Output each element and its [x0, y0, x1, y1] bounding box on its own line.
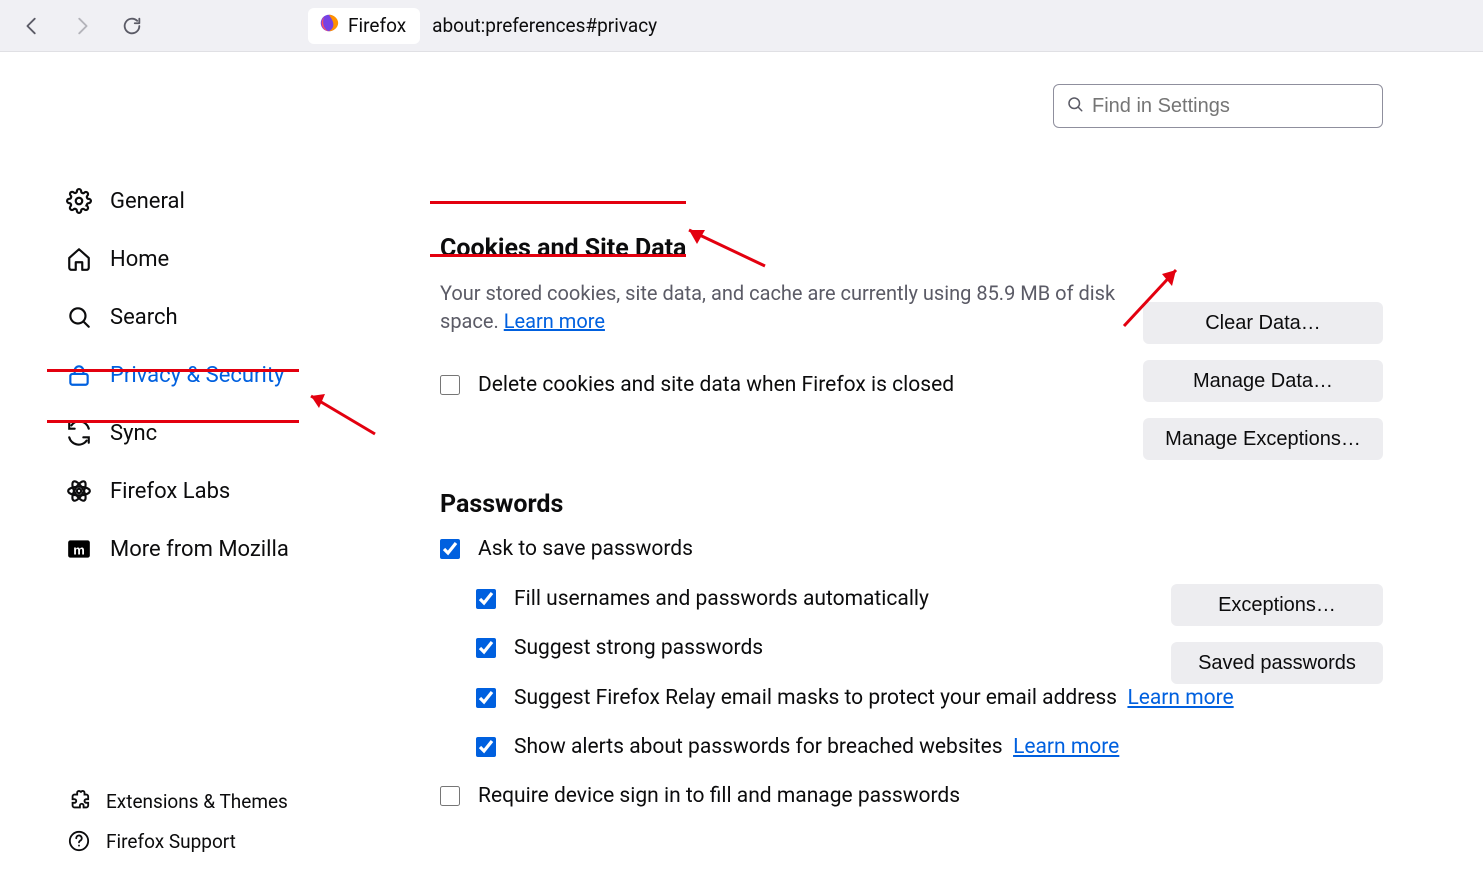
relay-checkbox[interactable]	[476, 688, 496, 708]
puzzle-icon	[66, 788, 92, 814]
cookies-description: Your stored cookies, site data, and cach…	[440, 279, 1160, 335]
gear-icon	[66, 188, 92, 214]
identity-label: Firefox	[348, 14, 406, 37]
sidebar-item-label: More from Mozilla	[110, 537, 289, 562]
ask-save-passwords-label: Ask to save passwords	[478, 535, 693, 564]
sidebar-item-sync[interactable]: Sync	[60, 404, 420, 462]
sidebar-item-label: General	[110, 189, 185, 214]
firefox-logo-icon	[318, 12, 340, 39]
forward-button[interactable]	[68, 12, 96, 40]
home-icon	[66, 246, 92, 272]
clear-data-button[interactable]: Clear Data…	[1143, 302, 1383, 344]
relay-label: Suggest Firefox Relay email masks to pro…	[514, 684, 1234, 713]
sidebar-item-privacy-security[interactable]: Privacy & Security	[60, 346, 420, 404]
delete-cookies-on-close-checkbox[interactable]	[440, 375, 460, 395]
sidebar-item-home[interactable]: Home	[60, 230, 420, 288]
fill-auto-label: Fill usernames and passwords automatical…	[514, 585, 929, 614]
sidebar-item-label: Firefox Labs	[110, 479, 230, 504]
sidebar-item-more-mozilla[interactable]: m More from Mozilla	[60, 520, 420, 578]
relay-learn-more-link[interactable]: Learn more	[1127, 686, 1233, 710]
sidebar-footer-label: Extensions & Themes	[106, 790, 288, 813]
sidebar-footer-extensions[interactable]: Extensions & Themes	[60, 781, 288, 821]
reload-button[interactable]	[118, 12, 146, 40]
breach-learn-more-link[interactable]: Learn more	[1013, 735, 1119, 759]
atom-icon	[66, 478, 92, 504]
device-signin-label: Require device sign in to fill and manag…	[478, 782, 960, 811]
sidebar-item-firefox-labs[interactable]: Firefox Labs	[60, 462, 420, 520]
delete-cookies-on-close-label: Delete cookies and site data when Firefo…	[478, 371, 954, 400]
sidebar-item-label: Home	[110, 247, 169, 272]
device-signin-checkbox[interactable]	[440, 786, 460, 806]
sidebar-item-label: Search	[110, 305, 178, 330]
breach-checkbox[interactable]	[476, 737, 496, 757]
search-icon	[66, 304, 92, 330]
sidebar-item-label: Privacy & Security	[110, 363, 284, 388]
passwords-button-column: Exceptions… Saved passwords	[1171, 584, 1383, 684]
cookies-learn-more-link[interactable]: Learn more	[504, 309, 605, 333]
help-icon	[66, 828, 92, 854]
settings-search-input[interactable]	[1092, 95, 1370, 118]
cookies-button-column: Clear Data… Manage Data… Manage Exceptio…	[1143, 302, 1383, 460]
url-text: about:preferences#privacy	[432, 14, 657, 37]
passwords-exceptions-button[interactable]: Exceptions…	[1171, 584, 1383, 626]
breach-label: Show alerts about passwords for breached…	[514, 733, 1119, 762]
svg-text:m: m	[73, 542, 85, 557]
manage-exceptions-button[interactable]: Manage Exceptions…	[1143, 418, 1383, 460]
suggest-strong-label: Suggest strong passwords	[514, 634, 763, 663]
settings-search[interactable]	[1053, 84, 1383, 128]
identity-box[interactable]: Firefox about:preferences#privacy	[308, 8, 657, 44]
settings-main: Cookies and Site Data Your stored cookie…	[420, 52, 1483, 885]
settings-sidebar: General Home Search Privacy & Security S…	[0, 52, 420, 885]
passwords-heading: Passwords	[440, 490, 1383, 519]
lock-icon	[66, 362, 92, 388]
sidebar-item-search[interactable]: Search	[60, 288, 420, 346]
search-icon	[1066, 95, 1084, 118]
fill-auto-checkbox[interactable]	[476, 589, 496, 609]
saved-passwords-button[interactable]: Saved passwords	[1171, 642, 1383, 684]
sidebar-item-general[interactable]: General	[60, 172, 420, 230]
mozilla-icon: m	[66, 536, 92, 562]
cookies-heading: Cookies and Site Data	[440, 234, 1383, 263]
ask-save-passwords-checkbox[interactable]	[440, 539, 460, 559]
sidebar-footer-label: Firefox Support	[106, 830, 236, 853]
sync-icon	[66, 420, 92, 446]
sidebar-footer-support[interactable]: Firefox Support	[60, 821, 288, 861]
browser-toolbar: Firefox about:preferences#privacy	[0, 0, 1483, 52]
sidebar-item-label: Sync	[110, 421, 157, 446]
suggest-strong-checkbox[interactable]	[476, 638, 496, 658]
manage-data-button[interactable]: Manage Data…	[1143, 360, 1383, 402]
back-button[interactable]	[18, 12, 46, 40]
